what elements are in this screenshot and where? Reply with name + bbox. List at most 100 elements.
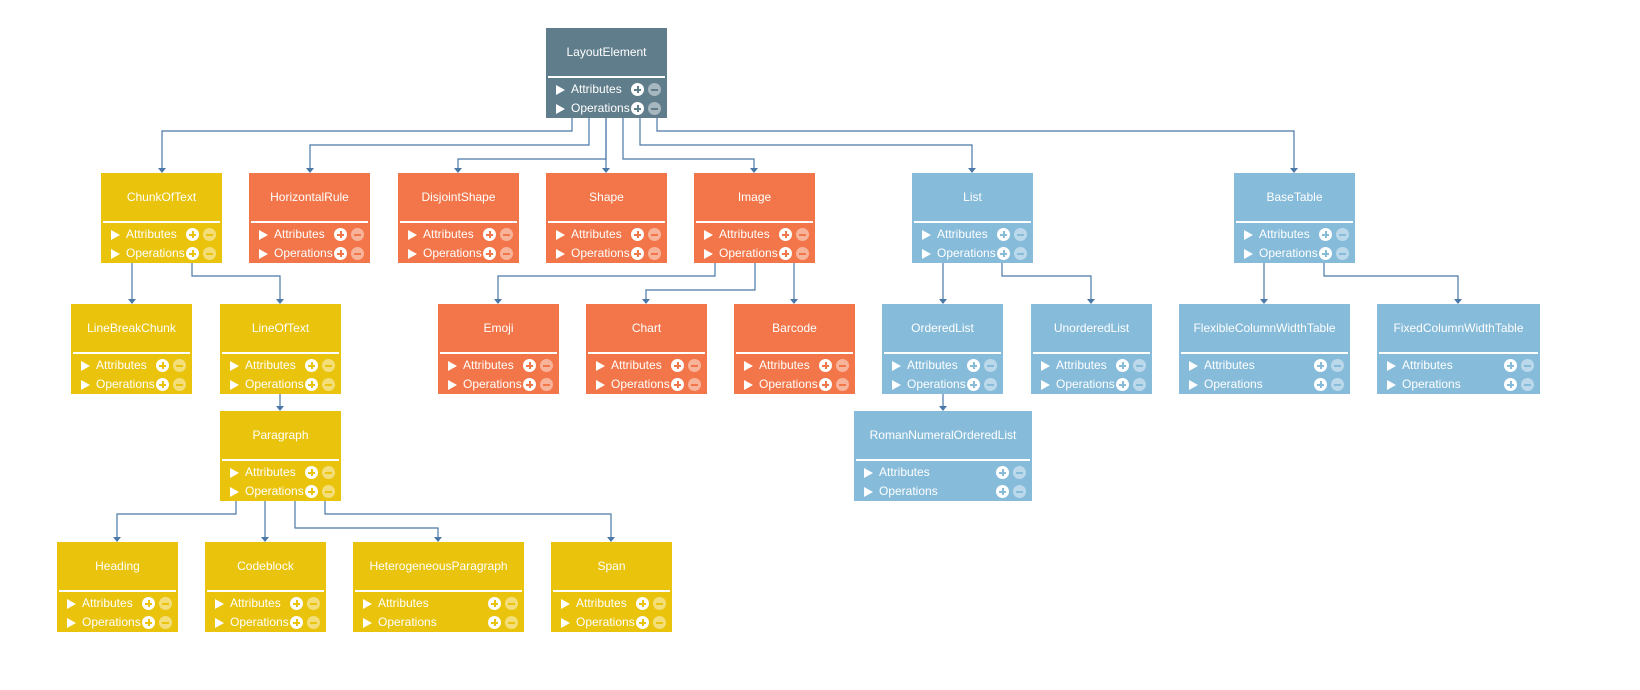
remove-attribute-minus-icon[interactable]	[1013, 466, 1026, 479]
expand-triangle-icon[interactable]	[704, 249, 713, 259]
add-attribute-plus-icon[interactable]	[156, 359, 169, 372]
add-attribute-plus-icon[interactable]	[997, 228, 1010, 241]
expand-triangle-icon[interactable]	[230, 468, 239, 478]
operations-section[interactable]: Operations	[249, 244, 370, 263]
expand-triangle-icon[interactable]	[744, 361, 753, 371]
attributes-section[interactable]: Attributes	[854, 463, 1032, 482]
operations-section[interactable]: Operations	[57, 613, 178, 632]
expand-triangle-icon[interactable]	[215, 618, 224, 628]
expand-triangle-icon[interactable]	[864, 487, 873, 497]
add-attribute-plus-icon[interactable]	[483, 228, 496, 241]
class-node-codeblock[interactable]: Codeblock Attributes Operations	[205, 542, 326, 632]
operations-section[interactable]: Operations	[398, 244, 519, 263]
add-operation-plus-icon[interactable]	[819, 378, 832, 391]
expand-triangle-icon[interactable]	[561, 618, 570, 628]
attributes-section[interactable]: Attributes	[438, 356, 559, 375]
remove-operation-minus-icon[interactable]	[688, 378, 701, 391]
add-operation-plus-icon[interactable]	[997, 247, 1010, 260]
remove-attribute-minus-icon[interactable]	[307, 597, 320, 610]
operations-section[interactable]: Operations	[694, 244, 815, 263]
expand-triangle-icon[interactable]	[892, 380, 901, 390]
remove-attribute-minus-icon[interactable]	[540, 359, 553, 372]
remove-attribute-minus-icon[interactable]	[1133, 359, 1146, 372]
expand-triangle-icon[interactable]	[1189, 380, 1198, 390]
add-operation-plus-icon[interactable]	[631, 247, 644, 260]
expand-triangle-icon[interactable]	[259, 230, 268, 240]
attributes-section[interactable]: Attributes	[249, 225, 370, 244]
remove-operation-minus-icon[interactable]	[203, 247, 216, 260]
operations-section[interactable]: Operations	[71, 375, 192, 394]
class-node-flexible-column-width-table[interactable]: FlexibleColumnWidthTable Attributes Operat…	[1179, 304, 1350, 394]
add-operation-plus-icon[interactable]	[1504, 378, 1517, 391]
class-node-chunk-of-text[interactable]: ChunkOfText Attributes Operations	[101, 173, 222, 263]
operations-section[interactable]: Operations	[205, 613, 326, 632]
remove-attribute-minus-icon[interactable]	[1521, 359, 1534, 372]
add-attribute-plus-icon[interactable]	[334, 228, 347, 241]
add-attribute-plus-icon[interactable]	[290, 597, 303, 610]
expand-triangle-icon[interactable]	[561, 599, 570, 609]
expand-triangle-icon[interactable]	[556, 104, 565, 114]
attributes-section[interactable]: Attributes	[353, 594, 524, 613]
class-node-unordered-list[interactable]: UnorderedList Attributes Operations	[1031, 304, 1152, 394]
add-operation-plus-icon[interactable]	[334, 247, 347, 260]
add-attribute-plus-icon[interactable]	[996, 466, 1009, 479]
attributes-section[interactable]: Attributes	[734, 356, 855, 375]
remove-operation-minus-icon[interactable]	[351, 247, 364, 260]
class-node-paragraph[interactable]: Paragraph Attributes Operations	[220, 411, 341, 501]
remove-operation-minus-icon[interactable]	[1013, 485, 1026, 498]
class-node-layout-element[interactable]: LayoutElement Attributes Operations	[546, 28, 667, 118]
attributes-section[interactable]: Attributes	[101, 225, 222, 244]
expand-triangle-icon[interactable]	[81, 380, 90, 390]
attributes-section[interactable]: Attributes	[1377, 356, 1540, 375]
expand-triangle-icon[interactable]	[363, 618, 372, 628]
remove-operation-minus-icon[interactable]	[648, 247, 661, 260]
remove-attribute-minus-icon[interactable]	[653, 597, 666, 610]
add-operation-plus-icon[interactable]	[779, 247, 792, 260]
attributes-section[interactable]: Attributes	[398, 225, 519, 244]
operations-section[interactable]: Operations	[551, 613, 672, 632]
expand-triangle-icon[interactable]	[408, 230, 417, 240]
attributes-section[interactable]: Attributes	[912, 225, 1033, 244]
expand-triangle-icon[interactable]	[448, 361, 457, 371]
remove-attribute-minus-icon[interactable]	[836, 359, 849, 372]
add-operation-plus-icon[interactable]	[483, 247, 496, 260]
operations-section[interactable]: Operations	[586, 375, 707, 394]
expand-triangle-icon[interactable]	[111, 230, 120, 240]
expand-triangle-icon[interactable]	[67, 599, 76, 609]
add-attribute-plus-icon[interactable]	[1319, 228, 1332, 241]
class-node-heterogeneous-paragraph[interactable]: HeterogeneousParagraph Attributes Operatio…	[353, 542, 524, 632]
add-operation-plus-icon[interactable]	[1319, 247, 1332, 260]
class-node-roman-numeral-ordered-list[interactable]: RomanNumeralOrderedList Attributes Operati…	[854, 411, 1032, 501]
remove-operation-minus-icon[interactable]	[836, 378, 849, 391]
attributes-section[interactable]: Attributes	[882, 356, 1003, 375]
add-operation-plus-icon[interactable]	[1116, 378, 1129, 391]
remove-operation-minus-icon[interactable]	[540, 378, 553, 391]
expand-triangle-icon[interactable]	[922, 230, 931, 240]
expand-triangle-icon[interactable]	[111, 249, 120, 259]
expand-triangle-icon[interactable]	[363, 599, 372, 609]
expand-triangle-icon[interactable]	[1189, 361, 1198, 371]
class-node-list[interactable]: List Attributes Operations	[912, 173, 1033, 263]
remove-operation-minus-icon[interactable]	[1014, 247, 1027, 260]
remove-operation-minus-icon[interactable]	[500, 247, 513, 260]
expand-triangle-icon[interactable]	[1387, 380, 1396, 390]
class-node-span[interactable]: Span Attributes Operations	[551, 542, 672, 632]
remove-operation-minus-icon[interactable]	[322, 485, 335, 498]
expand-triangle-icon[interactable]	[556, 249, 565, 259]
expand-triangle-icon[interactable]	[230, 361, 239, 371]
class-node-ordered-list[interactable]: OrderedList Attributes Operations	[882, 304, 1003, 394]
operations-section[interactable]: Operations	[438, 375, 559, 394]
remove-operation-minus-icon[interactable]	[796, 247, 809, 260]
remove-operation-minus-icon[interactable]	[307, 616, 320, 629]
class-node-horizontal-rule[interactable]: HorizontalRule Attributes Operations	[249, 173, 370, 263]
class-node-line-break-chunk[interactable]: LineBreakChunk Attributes Operations	[71, 304, 192, 394]
remove-attribute-minus-icon[interactable]	[1336, 228, 1349, 241]
expand-triangle-icon[interactable]	[892, 361, 901, 371]
expand-triangle-icon[interactable]	[864, 468, 873, 478]
attributes-section[interactable]: Attributes	[546, 80, 667, 99]
add-attribute-plus-icon[interactable]	[631, 228, 644, 241]
expand-triangle-icon[interactable]	[596, 361, 605, 371]
remove-operation-minus-icon[interactable]	[173, 378, 186, 391]
remove-attribute-minus-icon[interactable]	[500, 228, 513, 241]
attributes-section[interactable]: Attributes	[71, 356, 192, 375]
